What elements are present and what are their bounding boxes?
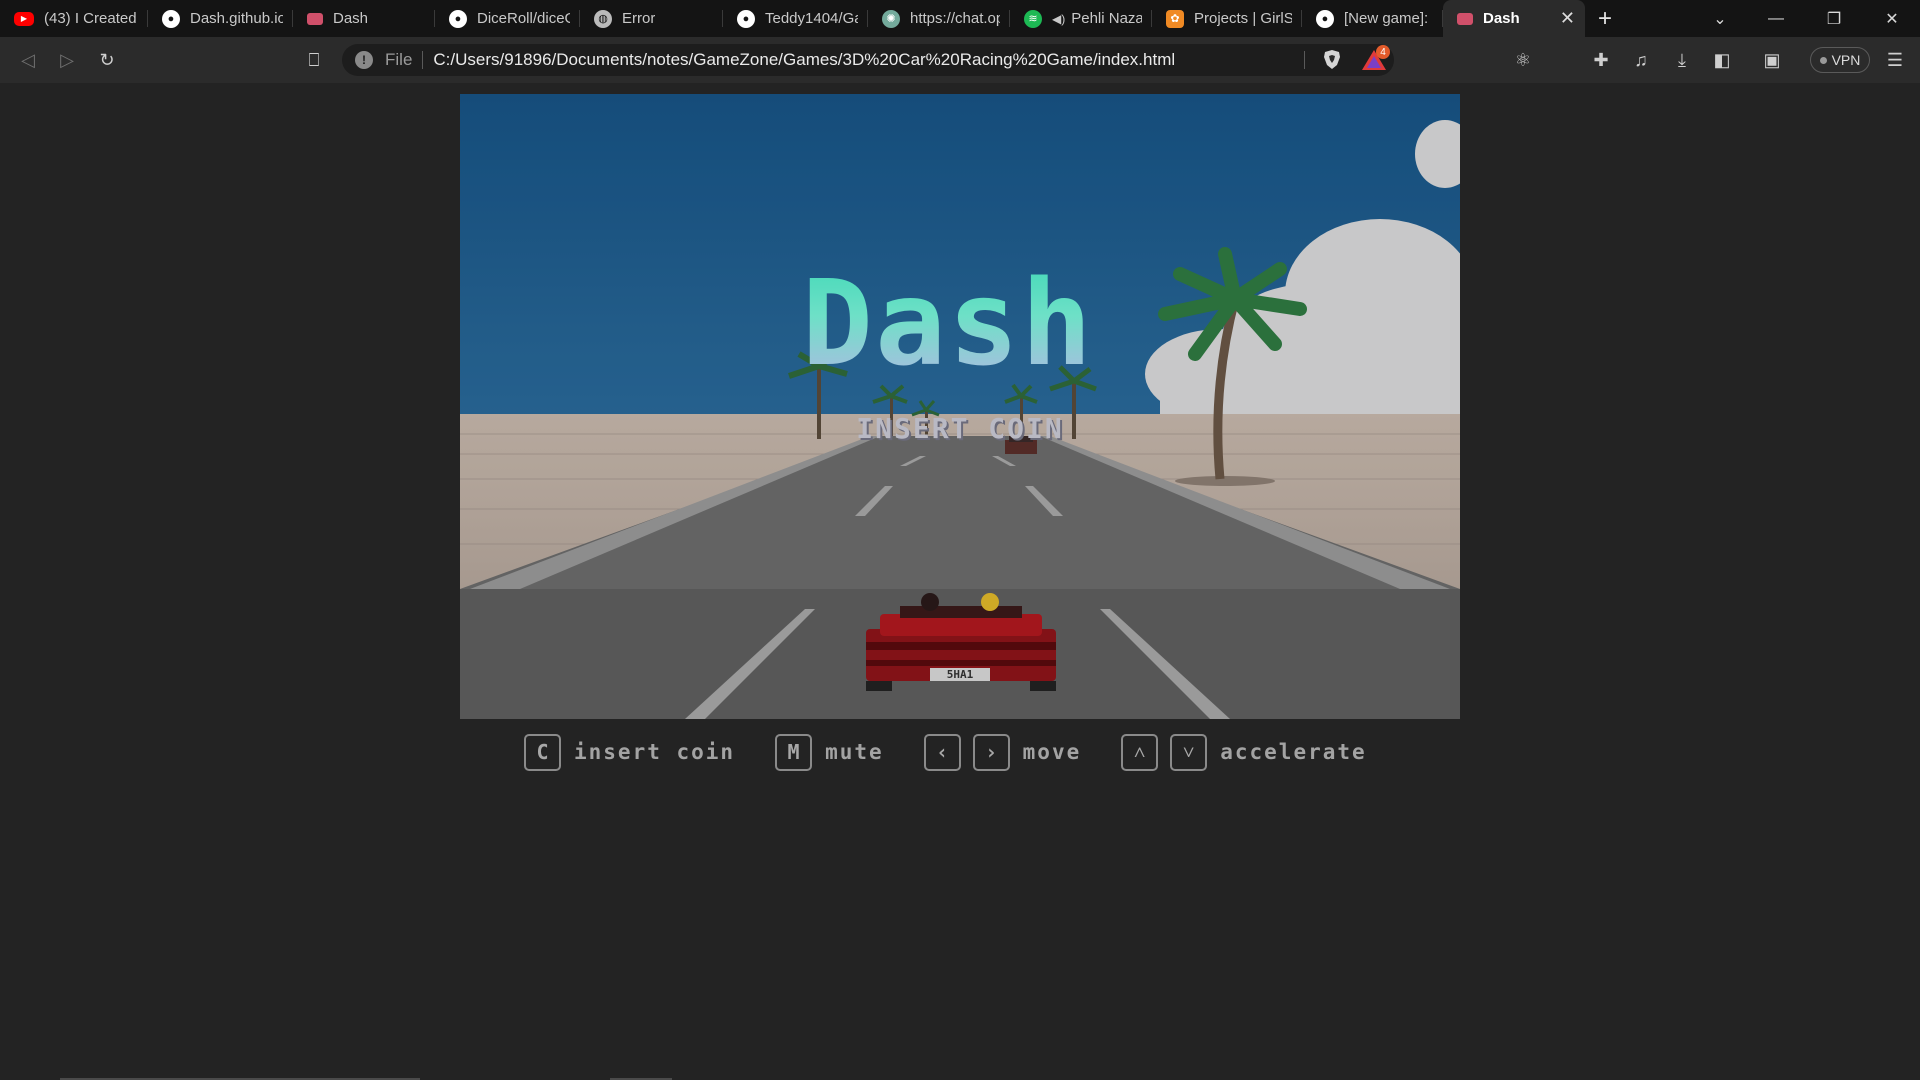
vpn-button[interactable]: VPN: [1810, 47, 1870, 73]
tab-title: Dash: [1483, 10, 1520, 27]
toolbar: ◁ ▷ ↻ ⎕ ! File C:/Users/91896/Documents/…: [0, 37, 1920, 83]
page-content: 5HA1 Dash INSERT COIN C insert coin M mu…: [0, 83, 1920, 1080]
back-arrow-icon: ◁: [21, 49, 35, 70]
tab-girlscript[interactable]: ✿ Projects | GirlS: [1152, 0, 1302, 37]
tab-error[interactable]: ◍ Error: [580, 0, 723, 37]
wallet-button[interactable]: ▣: [1757, 45, 1787, 75]
address-bar[interactable]: ! File C:/Users/91896/Documents/notes/Ga…: [342, 44, 1394, 76]
key-right[interactable]: ›: [972, 733, 1010, 771]
vpn-status-dot: [1819, 56, 1827, 64]
game-canvas[interactable]: 5HA1 Dash INSERT COIN: [460, 94, 1460, 719]
tab-strip: ▶ (43) I Created ● Dash.github.io Dash ●…: [0, 0, 1920, 37]
controls-legend: C insert coin M mute ‹ › move ˄ ˅ accele…: [524, 733, 1367, 771]
tab-title: Projects | GirlS: [1194, 10, 1292, 27]
sidebar-button[interactable]: ◧: [1707, 45, 1737, 75]
media-controls-button[interactable]: ♫: [1626, 45, 1656, 75]
github-icon: ●: [162, 9, 180, 28]
github-icon: ●: [449, 9, 467, 28]
tab-new-game[interactable]: ● [New game]: 3: [1302, 0, 1443, 37]
download-icon: ⤓: [1678, 49, 1686, 70]
girlscript-icon: ✿: [1166, 9, 1184, 28]
atom-icon: ⚛: [1514, 49, 1532, 70]
game-title: Dash: [460, 254, 1448, 392]
atom-extension-button[interactable]: ⚛: [1508, 45, 1538, 75]
brave-shields-icon[interactable]: [1320, 48, 1344, 72]
chatgpt-icon: ✺: [882, 9, 900, 28]
control-label-accelerate: accelerate: [1220, 740, 1367, 764]
control-label-move: move: [1022, 740, 1082, 764]
sidebar-icon: ◧: [1713, 49, 1731, 70]
tab-title: [New game]: 3: [1344, 10, 1433, 27]
speaker-icon[interactable]: ◀): [1052, 12, 1065, 26]
spotify-icon: ≋: [1024, 9, 1042, 28]
bookmark-button[interactable]: ⎕: [299, 45, 329, 75]
back-button[interactable]: ◁: [13, 45, 43, 75]
wallet-icon: ▣: [1763, 49, 1781, 70]
close-window-button[interactable]: ✕: [1864, 0, 1920, 37]
github-icon: ●: [737, 9, 755, 28]
playlist-icon: ♫: [1634, 49, 1648, 70]
menu-button[interactable]: ☰: [1880, 45, 1910, 75]
reload-icon: ↻: [99, 49, 115, 70]
minimize-button[interactable]: —: [1748, 0, 1804, 37]
downloads-button[interactable]: ⤓: [1667, 45, 1697, 75]
info-icon[interactable]: !: [355, 51, 373, 69]
tab-active-dash[interactable]: Dash ✕: [1443, 0, 1585, 37]
restore-button[interactable]: ❐: [1806, 0, 1862, 37]
tab-chatgpt[interactable]: ✺ https://chat.op: [868, 0, 1010, 37]
tab-spotify[interactable]: ≋ ◀) Pehli Nazar: [1010, 0, 1152, 37]
rewards-badge: 4: [1376, 45, 1390, 59]
forward-arrow-icon: ▷: [60, 49, 74, 70]
overlay: [460, 94, 1460, 719]
restore-icon: ❐: [1826, 10, 1842, 28]
insert-coin-text: INSERT COIN: [856, 412, 1064, 445]
tab-title: Pehli Nazar: [1071, 10, 1142, 27]
url-text[interactable]: C:/Users/91896/Documents/notes/GameZone/…: [433, 50, 1175, 70]
control-label-insert-coin: insert coin: [574, 740, 736, 764]
reload-button[interactable]: ↻: [92, 45, 122, 75]
puzzle-icon: ✚: [1593, 49, 1609, 70]
divider: [1304, 51, 1305, 69]
brave-rewards-button[interactable]: 4: [1360, 45, 1390, 73]
tab-title: Error: [622, 10, 656, 27]
tab-title: Dash.github.io: [190, 10, 283, 27]
tab-title: (43) I Created: [44, 10, 137, 27]
minimize-icon: —: [1768, 9, 1784, 27]
extensions-button[interactable]: ✚: [1586, 45, 1616, 75]
youtube-icon: ▶: [14, 11, 34, 26]
key-m[interactable]: M: [775, 733, 813, 771]
key-up[interactable]: ˄: [1121, 733, 1159, 771]
new-tab-button[interactable]: +: [1585, 0, 1625, 37]
tab-youtube[interactable]: ▶ (43) I Created: [0, 0, 148, 37]
control-label-mute: mute: [825, 740, 884, 764]
tab-title: https://chat.op: [910, 10, 1000, 27]
tab-teddy[interactable]: ● Teddy1404/Ga: [723, 0, 868, 37]
url-scheme: File: [385, 50, 413, 69]
tab-dash[interactable]: Dash: [293, 0, 435, 37]
key-left[interactable]: ‹: [923, 733, 961, 771]
globe-icon: ◍: [594, 9, 612, 28]
tab-search-button[interactable]: ⌄: [1692, 0, 1748, 37]
separator: [422, 51, 424, 69]
vpn-label: VPN: [1831, 52, 1861, 68]
close-icon[interactable]: ✕: [1552, 8, 1575, 29]
car-icon: [1457, 12, 1473, 25]
car-icon: [307, 12, 323, 25]
key-c[interactable]: C: [524, 733, 561, 771]
tab-title: Teddy1404/Ga: [765, 10, 858, 27]
tab-diceroll[interactable]: ● DiceRoll/diceG: [435, 0, 580, 37]
hamburger-icon: ☰: [1886, 49, 1904, 70]
forward-button[interactable]: ▷: [52, 45, 82, 75]
key-down[interactable]: ˅: [1170, 733, 1208, 771]
chevron-down-icon: ⌄: [1713, 10, 1727, 28]
tab-title: DiceRoll/diceG: [477, 10, 570, 27]
close-icon: ✕: [1885, 10, 1899, 28]
tab-dash-github[interactable]: ● Dash.github.io: [148, 0, 293, 37]
bookmark-icon: ⎕: [308, 49, 320, 70]
tab-title: Dash: [333, 10, 369, 27]
github-icon: ●: [1316, 9, 1334, 28]
game-scene: 5HA1: [460, 94, 1460, 719]
